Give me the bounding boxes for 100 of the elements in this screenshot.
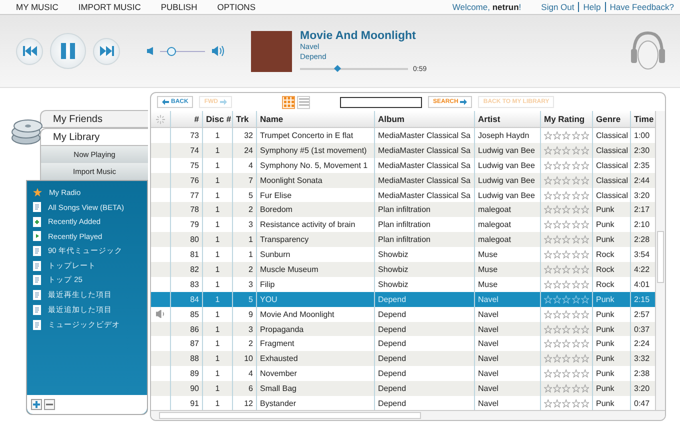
star-icon xyxy=(580,354,590,364)
table-cell: 1 xyxy=(215,220,220,230)
star-icon xyxy=(553,384,562,394)
pause-button[interactable] xyxy=(50,33,86,69)
header-link[interactable]: Help xyxy=(578,2,601,12)
table-cell: Ludwig van Bee xyxy=(478,146,535,155)
table-cell: Punk xyxy=(596,294,614,304)
table-cell: Rock xyxy=(596,264,614,274)
menu-item[interactable]: IMPORT MUSIC xyxy=(78,2,141,12)
star-icon xyxy=(572,264,580,274)
album-art-placeholder xyxy=(251,30,292,72)
next-button[interactable] xyxy=(93,38,120,64)
star-icon xyxy=(580,190,590,200)
table-cell: Propaganda xyxy=(260,324,304,334)
column-header[interactable]: My Rating xyxy=(541,111,593,127)
menu-item[interactable]: PUBLISH xyxy=(160,2,198,12)
star-icon xyxy=(544,280,552,289)
table-cell: Navel xyxy=(478,310,498,319)
minus-icon xyxy=(46,401,53,408)
star-icon xyxy=(553,280,562,289)
rating-stars[interactable] xyxy=(541,292,593,307)
headphones-icon xyxy=(630,31,666,71)
table-cell: 1 xyxy=(248,250,253,260)
progress-thumb[interactable] xyxy=(334,64,341,72)
star-icon xyxy=(33,188,42,197)
column-header[interactable]: Genre xyxy=(593,111,631,127)
star-icon xyxy=(580,205,590,214)
star-icon xyxy=(553,190,562,200)
header-link[interactable]: Sign Out xyxy=(541,2,574,12)
table-cell: Resistance activity of brain xyxy=(260,220,356,230)
star-icon xyxy=(572,250,580,260)
table-row[interactable]: 80 1 1 Transparency Plan infiltration malegoat Punk 2:28 xyxy=(151,232,655,248)
table-row[interactable]: 78 1 2 Boredom Plan infiltration malegoat Punk 2:17 xyxy=(151,202,655,218)
table-row[interactable]: 82 1 2 Muscle Museum Showbiz Muse Rock 4:22 xyxy=(151,262,655,277)
table-cell: 1 xyxy=(215,280,220,289)
table-row[interactable]: 90 1 6 Small Bag Depend Navel Punk 3:20 xyxy=(151,381,655,396)
star-icon xyxy=(580,310,590,319)
table-row[interactable]: 88 1 10 Exhausted Depend Navel Punk 3:32 xyxy=(151,351,655,366)
star-icon xyxy=(544,398,552,408)
horizontal-scrollbar[interactable] xyxy=(151,410,665,420)
table-row[interactable]: 74 1 24 Symphony #5 (1st movement) MediaMaster Classical Sa Ludwig van Bee Classical 2:30 xyxy=(151,142,655,158)
table-cell: 1 xyxy=(215,384,220,394)
remove-button[interactable] xyxy=(44,399,55,410)
table-cell: 9 xyxy=(248,310,253,319)
table-cell: Symphony No. 5, Movement 1 xyxy=(260,160,368,170)
add-button[interactable] xyxy=(31,399,42,410)
table-row[interactable]: 76 1 7 Moonlight Sonata MediaMaster Classical Sa Ludwig van Bee Classical 2:44 xyxy=(151,172,655,188)
rating-stars[interactable] xyxy=(541,351,593,366)
menu-item[interactable]: OPTIONS xyxy=(217,2,256,12)
search-field[interactable] xyxy=(340,96,422,108)
table-cell: Fur Elise xyxy=(260,190,292,200)
table-cell: Plan infiltration xyxy=(378,205,430,214)
column-header[interactable]: Album xyxy=(375,111,475,127)
table-cell: Punk xyxy=(596,310,614,319)
previous-button[interactable] xyxy=(16,38,43,64)
table-row[interactable]: 86 1 3 Propaganda Depend Navel Punk 0:37 xyxy=(151,322,655,336)
table-cell: 87 xyxy=(190,339,199,348)
table-cell: 84 xyxy=(190,294,199,304)
column-header[interactable]: # xyxy=(171,111,203,127)
star-icon xyxy=(553,339,562,348)
grid-view-button[interactable] xyxy=(282,96,296,108)
volume-thumb[interactable] xyxy=(167,46,176,56)
star-icon xyxy=(562,130,571,140)
speaker-high-icon xyxy=(212,46,224,56)
column-header[interactable]: Disc # xyxy=(203,111,233,127)
star-icon xyxy=(580,324,590,334)
star-icon xyxy=(544,146,552,155)
table-cell: Depend xyxy=(378,324,406,334)
previous-icon xyxy=(22,46,36,56)
table-cell: MediaMaster Classical Sa xyxy=(378,176,470,185)
table-cell: 89 xyxy=(190,369,199,378)
rating-stars[interactable] xyxy=(541,322,593,336)
table-cell: 1 xyxy=(215,339,220,348)
table-cell: 1 xyxy=(215,294,220,304)
star-icon xyxy=(553,205,562,214)
rating-stars[interactable] xyxy=(541,202,593,218)
column-header[interactable]: Name xyxy=(257,111,375,127)
table-cell: 1 xyxy=(215,250,220,260)
list-view-button[interactable] xyxy=(297,96,310,108)
menu-item[interactable]: MY MUSIC xyxy=(16,2,58,12)
column-header[interactable]: Artist xyxy=(475,111,541,127)
table-cell: 1 xyxy=(215,369,220,378)
rating-stars[interactable] xyxy=(541,262,593,277)
rating-stars[interactable] xyxy=(541,381,593,396)
star-icon xyxy=(562,354,571,364)
table-cell: MediaMaster Classical Sa xyxy=(378,146,470,155)
rating-stars[interactable] xyxy=(541,172,593,188)
column-header[interactable]: Trk xyxy=(233,111,257,127)
header-link[interactable]: Have Feedback? xyxy=(604,2,674,12)
table-cell: Movie And Moonlight xyxy=(260,310,334,319)
sidebar-tab[interactable]: My Friends xyxy=(40,110,148,128)
sidebar-tab[interactable]: My Library xyxy=(40,128,148,146)
table-cell: Classical xyxy=(596,160,628,170)
arrow-right-icon xyxy=(220,99,228,105)
rating-stars[interactable] xyxy=(541,232,593,248)
rating-stars[interactable] xyxy=(541,142,593,158)
table-cell: 4:01 xyxy=(634,280,650,289)
table-cell: 1 xyxy=(215,324,220,334)
table-cell: 2:10 xyxy=(634,220,650,230)
vertical-scrollbar[interactable] xyxy=(655,111,665,410)
